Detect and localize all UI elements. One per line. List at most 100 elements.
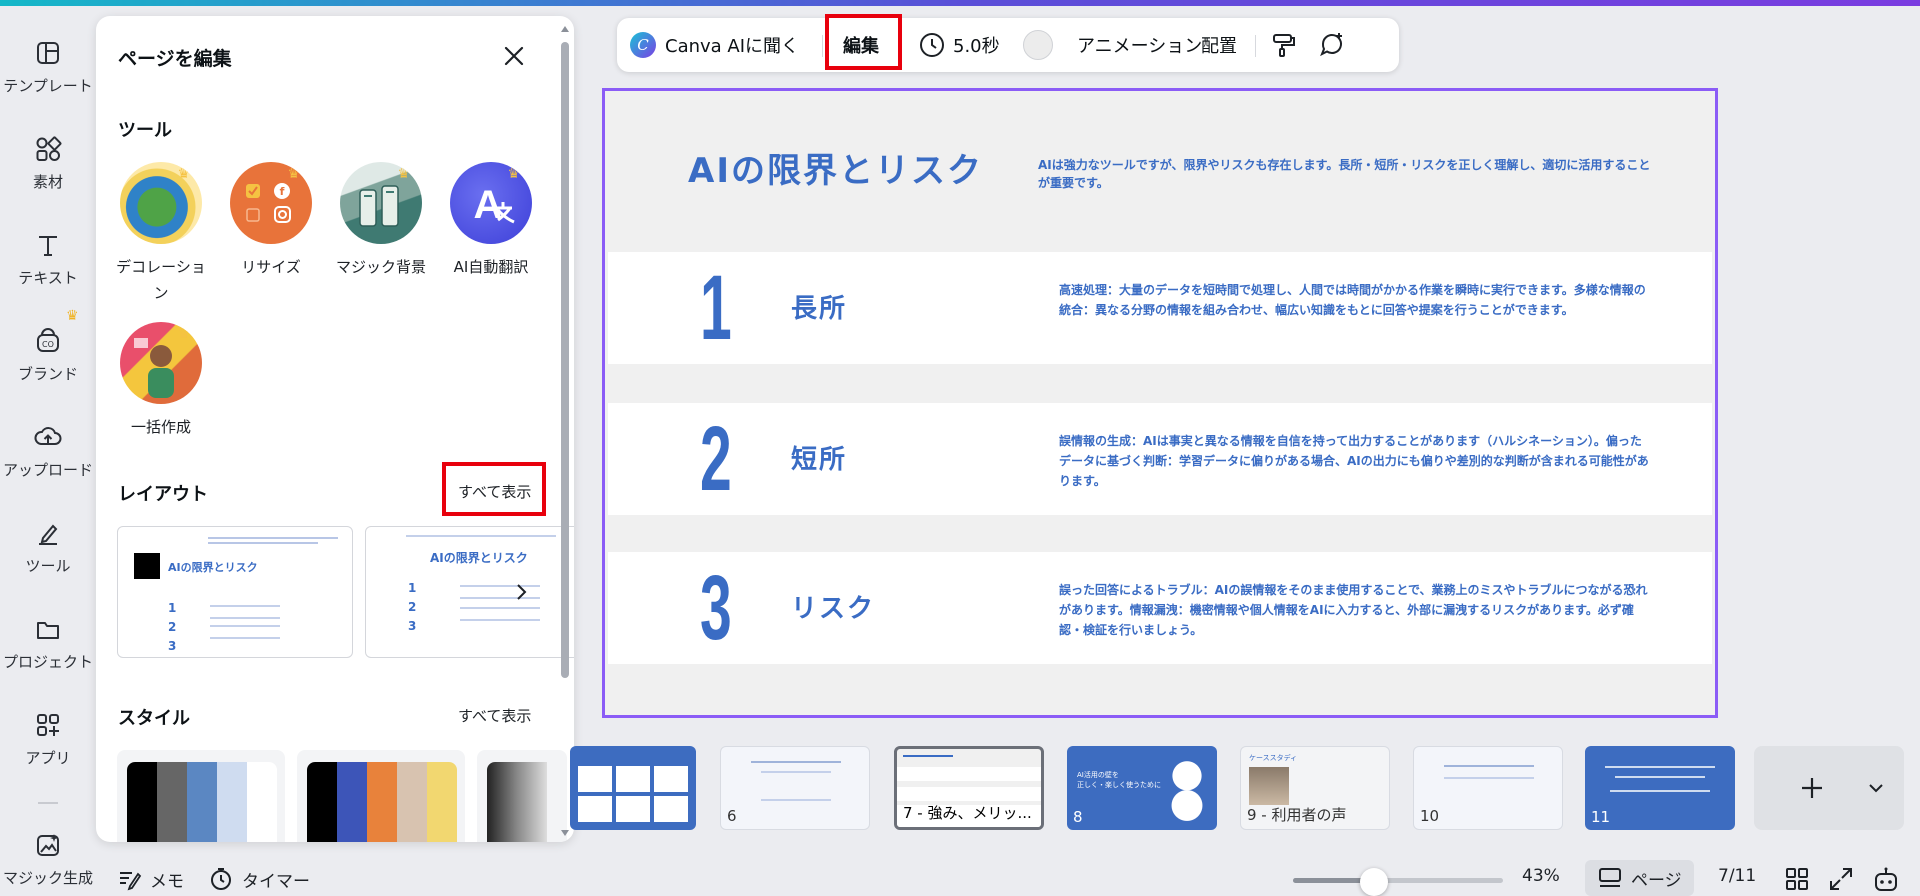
crown-icon: ♛ — [66, 308, 79, 324]
chevron-down-icon[interactable] — [1866, 778, 1886, 798]
position-button[interactable]: 配置 — [1201, 18, 1237, 72]
layout-preview-title: AIの限界とリスク — [430, 551, 528, 565]
comment-button[interactable] — [1317, 18, 1347, 72]
grid-view-button[interactable] — [1784, 866, 1810, 892]
position-label: 配置 — [1201, 36, 1237, 57]
bulk-create-thumbnail: ♛ — [120, 322, 202, 404]
add-page-button[interactable] — [1754, 746, 1904, 830]
rail-item-magic-media[interactable]: マジック生成 — [0, 802, 96, 892]
color-button[interactable] — [1023, 18, 1053, 72]
robot-icon — [1875, 867, 1897, 891]
rail-label: テキスト — [18, 269, 78, 287]
page-thumbnail-5[interactable] — [570, 746, 696, 830]
elements-icon — [36, 136, 62, 161]
folder-icon — [37, 622, 59, 639]
slide-section-3[interactable]: 3 リスク 誤った回答によるトラブル：AIの誤情報をそのまま使用することで、業務… — [608, 552, 1712, 664]
style-palette-2[interactable] — [297, 750, 465, 842]
resize-thumbnail: f ♛ — [230, 162, 312, 244]
rail-item-uploads[interactable]: アップロード — [0, 394, 96, 484]
ask-canva-ai-button[interactable]: C Canva AIに聞く — [629, 18, 799, 72]
duration-button[interactable]: 5.0秒 — [919, 18, 1000, 72]
slide-canvas[interactable]: AIの限界とリスク AIは強力なツールですが、限界やリスクも存在します。長所・短… — [602, 88, 1718, 718]
rail-item-text[interactable]: テキスト — [0, 202, 96, 292]
tool-label: 一括作成 — [130, 418, 191, 436]
comment-add-icon — [1320, 33, 1342, 57]
pages-view-button[interactable]: ページ — [1585, 860, 1694, 896]
magic-image-icon — [37, 834, 59, 856]
tools-section-title: ツール — [118, 120, 172, 141]
slide-title[interactable]: AIの限界とリスク — [688, 143, 983, 192]
close-icon[interactable] — [500, 42, 528, 70]
layout-line — [208, 537, 338, 539]
toolbar-separator — [822, 35, 823, 57]
panel-scroll-thumb[interactable] — [561, 42, 569, 678]
tool-label: リサイズ — [241, 258, 301, 276]
tool-magic-background[interactable]: ♛ マジック背景 — [326, 162, 436, 280]
thumb-line — [903, 755, 953, 757]
thumb-label: 10 — [1420, 807, 1440, 825]
section-number: 2 — [700, 408, 732, 510]
tool-resize[interactable]: f ♛ リサイズ — [216, 162, 326, 280]
rail-item-brand[interactable]: CO ブランド — [0, 298, 96, 388]
section-body: 誤情報の生成：AIは事実と異なる情報を自信を持って出力することがあります（ハルシ… — [1059, 434, 1649, 488]
section-body: 誤った回答によるトラブル：AIの誤情報をそのまま使用することで、業務上のミスやト… — [1059, 583, 1648, 637]
left-rail: テンプレート 素材 テキスト CO ブランド ♛ アップロード ツール プロジェ… — [0, 6, 96, 896]
rail-item-apps[interactable]: アプリ — [0, 682, 96, 772]
layout-option-1[interactable]: AIの限界とリスク 123 — [117, 526, 353, 658]
layout-line — [460, 607, 540, 621]
page-thumbnail-7-selected[interactable]: 7 - 強み、メリッ... — [894, 746, 1044, 830]
palette-swatch — [367, 762, 397, 842]
page-thumbnail-8[interactable]: AI活用の壁を 正しく・楽しく使うために 8 — [1067, 746, 1217, 830]
tool-bulk-create[interactable]: ♛ 一括作成 — [106, 322, 216, 440]
palette-swatch — [157, 762, 187, 842]
layout-line — [406, 535, 556, 537]
apps-icon — [37, 714, 59, 736]
tool-decoration[interactable]: ♛ デコレーション — [106, 162, 216, 306]
ask-ai-label: Canva AIに聞く — [665, 36, 800, 57]
style-palette-3[interactable] — [477, 750, 567, 842]
page-thumbnail-6[interactable]: 6 — [720, 746, 870, 830]
tool-ai-translate[interactable]: A ♛ AI自動翻訳 — [436, 162, 546, 280]
rail-item-tools[interactable]: ツール — [0, 490, 96, 580]
rail-item-projects[interactable]: プロジェクト — [0, 586, 96, 676]
page-thumbnail-9[interactable]: ケーススタディ 9 - 利用者の声 — [1240, 746, 1390, 830]
fullscreen-button[interactable] — [1828, 866, 1854, 892]
style-see-all-link[interactable]: すべて表示 — [458, 705, 531, 726]
zoom-level[interactable]: 43% — [1522, 866, 1560, 886]
page-thumbnail-10[interactable]: 10 — [1413, 746, 1563, 830]
scroll-down-icon[interactable] — [560, 828, 570, 838]
thumb-line — [1605, 766, 1715, 768]
tool-label: デコレーション — [116, 258, 206, 302]
page-counter[interactable]: 7/11 — [1718, 866, 1756, 886]
slide-intro[interactable]: AIは強力なツールですが、限界やリスクも存在します。長所・短所・リスクを正しく理… — [1038, 156, 1660, 192]
section-number: 1 — [700, 257, 732, 359]
crown-icon: ♛ — [507, 166, 520, 182]
notes-label: メモ — [150, 871, 184, 892]
section-number: 3 — [700, 557, 732, 659]
assistant-button[interactable] — [1872, 866, 1900, 894]
copy-style-button[interactable] — [1269, 18, 1297, 72]
animation-button[interactable]: アニメーション — [1077, 18, 1202, 72]
crown-icon: ♛ — [287, 166, 300, 182]
page-thumbnail-11[interactable]: 11 — [1585, 746, 1735, 830]
slide-section-1[interactable]: 1 長所 高速処理：大量のデータを短時間で処理し、人間では時間がかかる作業を瞬時… — [608, 252, 1712, 364]
zoom-slider-handle[interactable] — [1360, 868, 1389, 896]
style-palette-1[interactable] — [117, 750, 285, 842]
chevron-right-icon[interactable] — [510, 581, 532, 603]
slide-section-2[interactable]: 2 短所 誤情報の生成：AIは事実と異なる情報を自信を持って出力することがありま… — [608, 403, 1712, 515]
edit-button-highlight — [825, 14, 902, 70]
rail-label: ツール — [25, 557, 71, 575]
rail-item-templates[interactable]: テンプレート — [0, 10, 96, 100]
scroll-up-icon[interactable] — [560, 24, 570, 34]
text-icon — [39, 236, 57, 256]
pages-icon — [1599, 868, 1621, 887]
rail-item-elements[interactable]: 素材 — [0, 106, 96, 196]
brand-icon: CO — [37, 328, 59, 352]
ai-translate-thumbnail: A ♛ — [450, 162, 532, 244]
section-body: 高速処理：大量のデータを短時間で処理し、人間では時間がかかる作業を瞬時に実行でき… — [1059, 283, 1646, 317]
timer-button[interactable]: タイマー — [208, 866, 310, 892]
layout-option-2[interactable]: AIの限界とリスク 123 — [365, 526, 574, 658]
thumb-line — [751, 761, 841, 763]
section-heading: 短所 — [791, 445, 848, 475]
notes-button[interactable]: メモ — [116, 866, 184, 892]
